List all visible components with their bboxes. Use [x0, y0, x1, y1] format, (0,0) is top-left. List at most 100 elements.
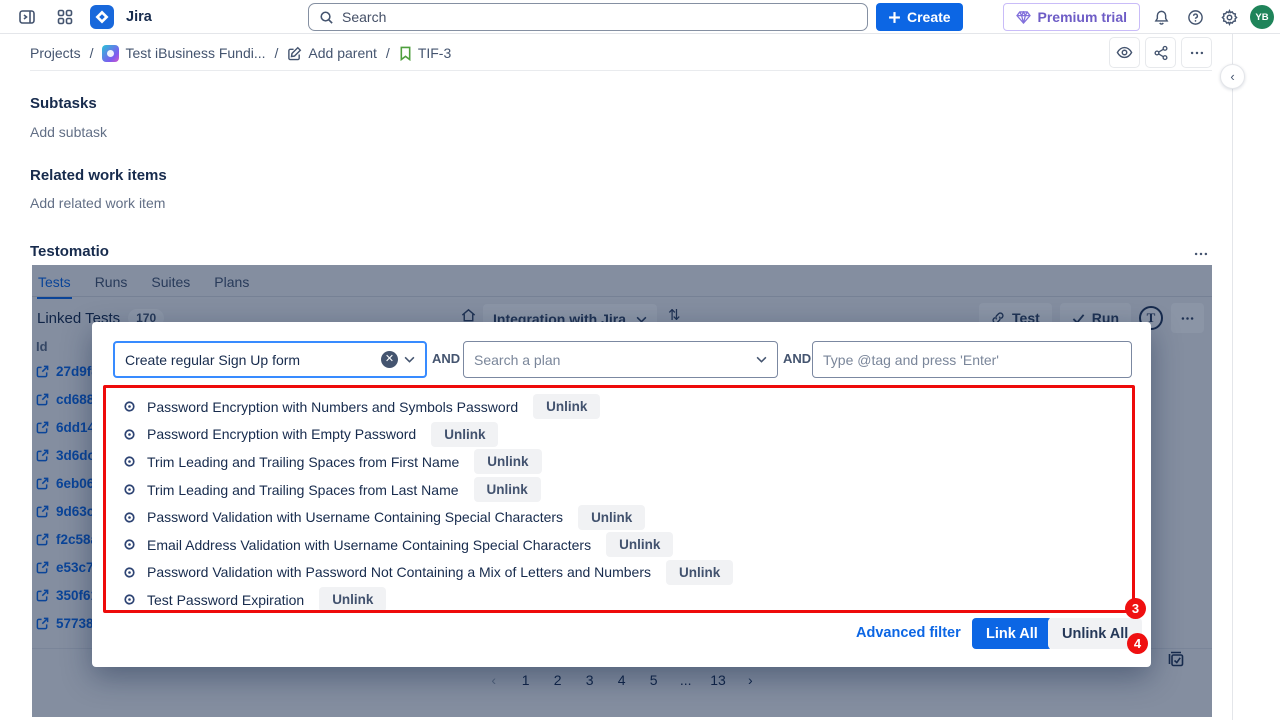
unlink-button[interactable]: Unlink [319, 587, 386, 612]
add-related-item-link[interactable]: Add related work item [30, 195, 165, 211]
unlink-button[interactable]: Unlink [666, 560, 733, 585]
create-button-label: Create [907, 9, 951, 25]
circle-dot-icon [123, 511, 136, 524]
ellipsis-icon [1193, 246, 1209, 262]
test-title: Email Address Validation with Username C… [147, 537, 591, 553]
unlink-button[interactable]: Unlink [606, 532, 673, 557]
advanced-filter-link[interactable]: Advanced filter [856, 625, 961, 641]
collapse-panel-button[interactable]: ‹ [1220, 64, 1245, 89]
search-icon [319, 10, 334, 25]
subtasks-heading: Subtasks [30, 95, 97, 112]
tag-filter-input[interactable] [823, 352, 1121, 368]
settings-button[interactable] [1216, 4, 1242, 30]
share-icon [1153, 45, 1169, 61]
test-title: Password Validation with Username Contai… [147, 509, 563, 525]
link-tests-modal: ✕ AND AND Password Encryption with Numbe [92, 322, 1151, 667]
unlink-button[interactable]: Unlink [533, 394, 600, 419]
test-filter-input[interactable] [125, 352, 375, 368]
jira-screen: Jira Create Premium trial [0, 0, 1280, 720]
list-item: Password Validation with Password Not Co… [123, 559, 733, 587]
plan-filter-select[interactable] [463, 341, 778, 378]
help-button[interactable] [1182, 4, 1208, 30]
breadcrumb-separator: / [386, 45, 390, 61]
notifications-button[interactable] [1148, 4, 1174, 30]
test-title: Password Encryption with Numbers and Sym… [147, 399, 518, 415]
plus-icon [888, 11, 901, 24]
annotation-badge-4: 4 [1127, 633, 1148, 654]
right-rail-divider [1232, 34, 1233, 720]
app-switcher-button[interactable] [52, 4, 78, 30]
more-actions-button[interactable] [1181, 37, 1212, 68]
test-title: Password Encryption with Empty Password [147, 426, 416, 442]
breadcrumb-project-label: Test iBusiness Fundi... [125, 45, 265, 61]
list-item: Password Encryption with Numbers and Sym… [123, 393, 733, 421]
add-parent-label: Add parent [308, 45, 377, 61]
create-button[interactable]: Create [876, 3, 963, 31]
breadcrumb-divider [30, 70, 1212, 71]
circle-dot-icon [123, 400, 136, 413]
add-subtask-link[interactable]: Add subtask [30, 124, 107, 140]
app-grid-icon [57, 9, 73, 25]
breadcrumb-separator: / [90, 45, 94, 61]
unlink-button[interactable]: Unlink [431, 422, 498, 447]
premium-trial-label: Premium trial [1038, 9, 1127, 25]
linkable-tests-list: Password Encryption with Numbers and Sym… [123, 393, 733, 614]
eye-icon [1116, 44, 1133, 61]
chevron-left-icon: ‹ [1230, 69, 1234, 84]
gear-icon [1221, 9, 1238, 26]
story-bookmark-icon [399, 46, 412, 61]
global-search[interactable] [308, 3, 868, 31]
unlink-button[interactable]: Unlink [578, 505, 645, 530]
list-item: Trim Leading and Trailing Spaces from La… [123, 476, 733, 504]
circle-dot-icon [123, 428, 136, 441]
chevron-down-icon[interactable] [404, 356, 415, 363]
test-title: Password Validation with Password Not Co… [147, 564, 651, 580]
chevron-down-icon[interactable] [756, 356, 767, 363]
project-avatar-icon [102, 45, 119, 62]
tag-filter-field[interactable] [812, 341, 1132, 378]
breadcrumb-projects[interactable]: Projects [30, 45, 81, 61]
unlink-button[interactable]: Unlink [474, 449, 541, 474]
circle-dot-icon [123, 455, 136, 468]
app-name: Jira [126, 9, 152, 25]
premium-trial-button[interactable]: Premium trial [1003, 3, 1140, 31]
ellipsis-icon [1189, 45, 1205, 61]
circle-dot-icon [123, 593, 136, 606]
test-filter-select[interactable]: ✕ [113, 341, 427, 378]
testomatio-heading: Testomatio [30, 243, 109, 260]
clear-icon[interactable]: ✕ [381, 351, 398, 368]
breadcrumb-project[interactable]: Test iBusiness Fundi... [102, 45, 265, 62]
testomatio-more-button[interactable] [1188, 241, 1214, 267]
list-item: Password Encryption with Empty Password … [123, 421, 733, 449]
and-label: AND [783, 351, 811, 366]
test-title: Test Password Expiration [147, 592, 304, 608]
search-input[interactable] [342, 9, 857, 25]
list-item: Password Validation with Username Contai… [123, 503, 733, 531]
watch-button[interactable] [1109, 37, 1140, 68]
sidebar-toggle-button[interactable] [14, 4, 40, 30]
nav-left-cluster: Jira [14, 0, 152, 33]
test-title: Trim Leading and Trailing Spaces from La… [147, 482, 459, 498]
add-parent-button[interactable]: Add parent [287, 45, 377, 61]
share-button[interactable] [1145, 37, 1176, 68]
user-avatar[interactable]: YB [1250, 5, 1274, 29]
related-items-heading: Related work items [30, 167, 167, 184]
annotation-badge-3: 3 [1125, 598, 1146, 619]
gem-icon [1016, 11, 1031, 24]
list-item: Email Address Validation with Username C… [123, 531, 733, 559]
unlink-button[interactable]: Unlink [474, 477, 541, 502]
breadcrumb-issue-label: TIF-3 [418, 45, 451, 61]
edit-icon [287, 46, 302, 61]
list-item: Test Password Expiration Unlink [123, 586, 733, 614]
test-title: Trim Leading and Trailing Spaces from Fi… [147, 454, 459, 470]
breadcrumb-separator: / [275, 45, 279, 61]
sidebar-toggle-icon [18, 8, 36, 26]
circle-dot-icon [123, 483, 136, 496]
jira-logo-icon[interactable] [90, 5, 114, 29]
breadcrumb-issue[interactable]: TIF-3 [399, 45, 451, 61]
circle-dot-icon [123, 538, 136, 551]
bell-icon [1153, 9, 1170, 26]
link-all-button[interactable]: Link All [972, 618, 1052, 649]
nav-right-cluster: Premium trial YB [1003, 3, 1274, 31]
plan-filter-input[interactable] [474, 352, 750, 368]
